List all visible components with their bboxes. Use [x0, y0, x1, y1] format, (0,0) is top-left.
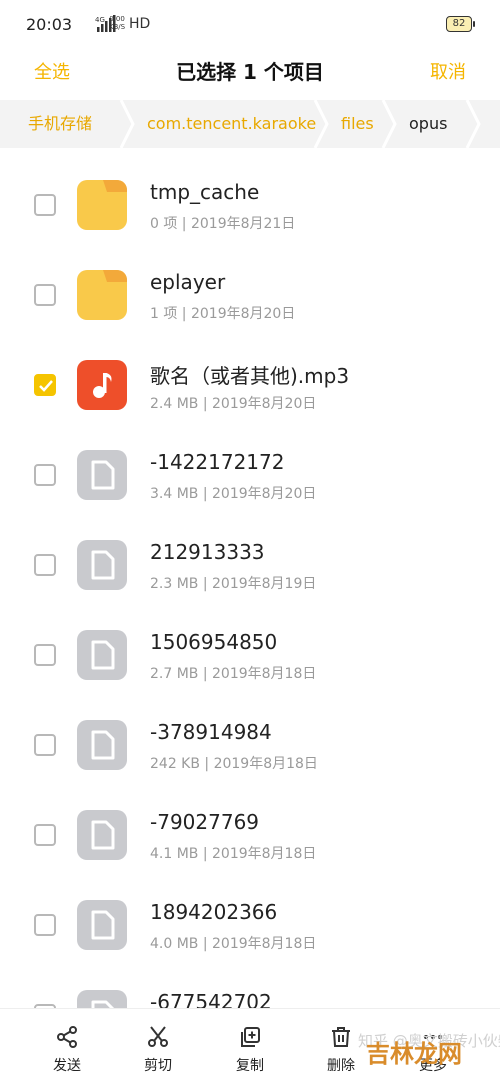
list-item[interactable]: -677542702	[0, 970, 500, 1008]
chevron-right-icon	[313, 100, 329, 148]
breadcrumb-item-phone-storage[interactable]: 手机存储	[28, 100, 92, 148]
file-meta: 3.4 MB | 2019年8月20日	[150, 486, 317, 502]
list-item[interactable]: -1422172172 3.4 MB | 2019年8月20日	[0, 430, 500, 520]
network-speed-unit: KB/S	[108, 23, 126, 31]
folder-icon	[77, 270, 127, 320]
file-name: tmp_cache	[150, 180, 260, 204]
status-time: 20:03	[26, 15, 73, 34]
send-label: 发送	[53, 1058, 81, 1074]
file-list: tmp_cache 0 项 | 2019年8月21日 eplayer 1 项 |…	[0, 148, 500, 1008]
list-item[interactable]: 212913333 2.3 MB | 2019年8月19日	[0, 520, 500, 610]
file-meta: 1 项 | 2019年8月20日	[150, 306, 296, 322]
cut-button[interactable]: 剪切	[113, 1009, 203, 1083]
list-item[interactable]: -378914984 242 KB | 2019年8月18日	[0, 700, 500, 790]
item-checkbox[interactable]	[34, 554, 56, 576]
checkmark-icon	[39, 380, 53, 392]
chevron-right-icon	[465, 100, 481, 148]
selection-header: 全选 已选择 1 个项目 取消	[0, 48, 500, 96]
file-meta: 2.7 MB | 2019年8月18日	[150, 666, 317, 682]
file-name: 1506954850	[150, 630, 278, 654]
item-checkbox[interactable]	[34, 644, 56, 666]
file-name: -79027769	[150, 810, 260, 834]
document-icon	[77, 450, 127, 500]
scissors-icon	[148, 1026, 168, 1047]
file-name: 歌名（或者其他).mp3	[150, 364, 350, 388]
breadcrumb-item-files[interactable]: files	[341, 100, 374, 148]
list-item[interactable]: 1506954850 2.7 MB | 2019年8月18日	[0, 610, 500, 700]
file-name: -677542702	[150, 990, 272, 1008]
status-bar: 20:03 4G 0.00 KB/S HD 82	[0, 0, 500, 48]
folder-icon	[77, 180, 127, 230]
send-button[interactable]: 发送	[22, 1009, 112, 1083]
file-meta: 242 KB | 2019年8月18日	[150, 756, 318, 772]
cancel-button[interactable]: 取消	[430, 58, 466, 84]
item-checkbox[interactable]	[34, 914, 56, 936]
document-icon	[77, 900, 127, 950]
item-checkbox[interactable]	[34, 194, 56, 216]
list-item[interactable]: 1894202366 4.0 MB | 2019年8月18日	[0, 880, 500, 970]
item-checkbox[interactable]	[34, 284, 56, 306]
copy-button[interactable]: 复制	[205, 1009, 295, 1083]
svg-text:4G: 4G	[95, 16, 105, 24]
list-item[interactable]: 歌名（或者其他).mp3 2.4 MB | 2019年8月20日	[0, 340, 500, 430]
file-name: eplayer	[150, 270, 226, 294]
cut-label: 剪切	[144, 1058, 172, 1074]
breadcrumb-item-opus[interactable]: opus	[409, 100, 447, 148]
network-speed-value: 0.00	[109, 15, 125, 23]
breadcrumb: 手机存储 com.tencent.karaoke files opus	[0, 100, 500, 148]
file-meta: 2.3 MB | 2019年8月19日	[150, 576, 317, 592]
file-name: 1894202366	[150, 900, 278, 924]
copy-icon	[241, 1027, 260, 1047]
music-note-icon	[77, 360, 127, 410]
document-icon	[77, 540, 127, 590]
hd-indicator: HD	[129, 16, 151, 32]
document-icon	[77, 990, 127, 1008]
network-speed: 0.00 KB/S	[107, 15, 127, 31]
file-meta: 4.0 MB | 2019年8月18日	[150, 936, 317, 952]
item-checkbox[interactable]	[34, 824, 56, 846]
item-checkbox[interactable]	[34, 734, 56, 756]
file-name: 212913333	[150, 540, 265, 564]
document-icon	[77, 720, 127, 770]
battery-level: 82	[452, 18, 466, 29]
page-title: 已选择 1 个项目	[176, 60, 324, 84]
list-item[interactable]: eplayer 1 项 | 2019年8月20日	[0, 250, 500, 340]
battery-icon: 82	[446, 16, 475, 32]
item-checkbox-checked[interactable]	[34, 374, 56, 396]
list-item[interactable]: tmp_cache 0 项 | 2019年8月21日	[0, 160, 500, 250]
share-icon	[57, 1026, 77, 1048]
file-meta: 0 项 | 2019年8月21日	[150, 216, 296, 232]
document-icon	[77, 630, 127, 680]
item-checkbox[interactable]	[34, 464, 56, 486]
copy-label: 复制	[236, 1058, 264, 1074]
breadcrumb-item-package[interactable]: com.tencent.karaoke	[147, 100, 316, 148]
chevron-right-icon	[381, 100, 397, 148]
file-name: -1422172172	[150, 450, 285, 474]
site-logo: 吉林龙网	[366, 1040, 462, 1068]
file-name: -378914984	[150, 720, 272, 744]
list-item[interactable]: -79027769 4.1 MB | 2019年8月18日	[0, 790, 500, 880]
document-icon	[77, 810, 127, 860]
file-meta: 4.1 MB | 2019年8月18日	[150, 846, 317, 862]
chevron-right-icon	[119, 100, 135, 148]
file-meta: 2.4 MB | 2019年8月20日	[150, 396, 317, 412]
trash-icon	[332, 1027, 350, 1047]
